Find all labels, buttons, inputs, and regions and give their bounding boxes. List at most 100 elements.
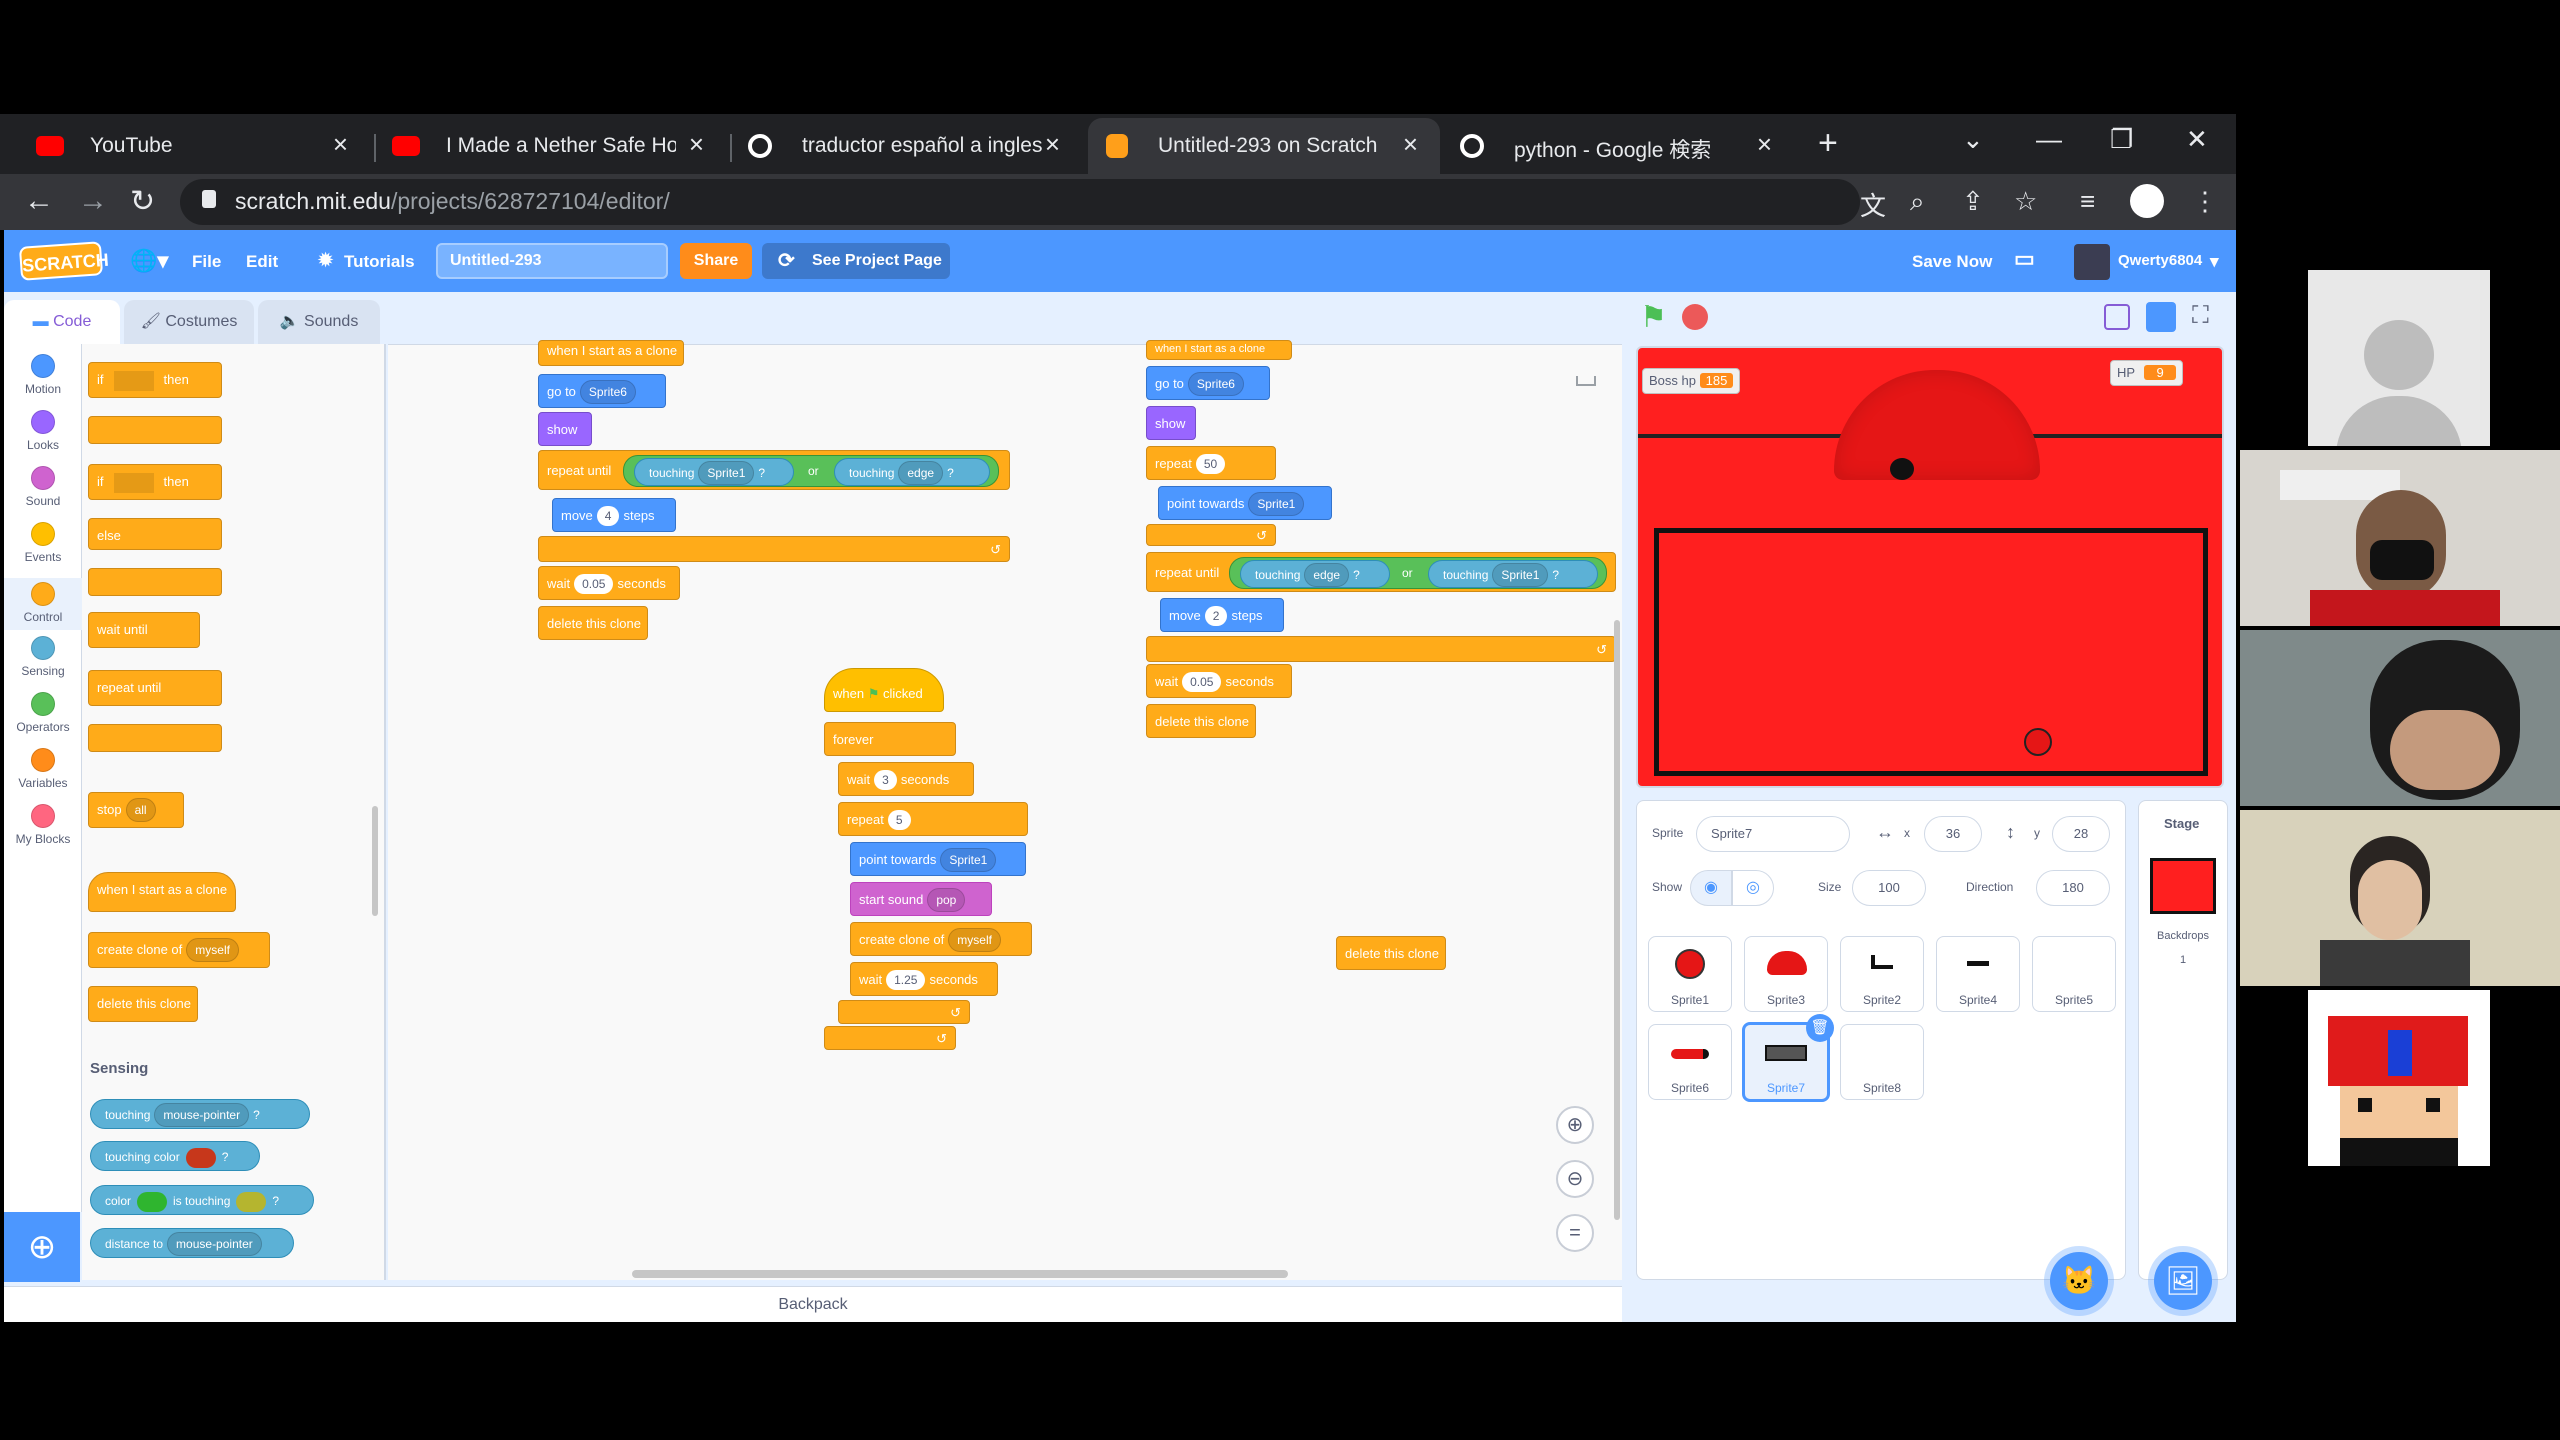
- script2-wait2-block[interactable]: wait 1.25 seconds: [850, 962, 998, 996]
- zoom-out-icon[interactable]: ⊖: [1556, 1160, 1594, 1198]
- script3-repeat-until-block[interactable]: repeat until touching edge? or touching Sp…: [1146, 552, 1616, 592]
- script1-delete-clone[interactable]: delete this clone: [538, 606, 648, 640]
- close-icon[interactable]: ×: [1045, 129, 1060, 160]
- script2-repeat-block[interactable]: repeat 5: [838, 802, 1028, 836]
- show-hidden-eye-icon[interactable]: ◎: [1732, 870, 1774, 906]
- add-extension-button[interactable]: ⊕: [4, 1212, 80, 1282]
- back-icon[interactable]: ←: [24, 184, 54, 218]
- window-close-icon[interactable]: ✕: [2186, 124, 2208, 155]
- touching-edge[interactable]: touching edge?: [834, 458, 990, 486]
- palette-touching-block[interactable]: touching mouse-pointer?: [90, 1099, 310, 1129]
- script2-start-sound[interactable]: start sound pop: [850, 882, 992, 916]
- profile-avatar[interactable]: [2130, 184, 2164, 218]
- touching-sprite1[interactable]: touching Sprite1?: [634, 458, 794, 486]
- menu-tutorials[interactable]: Tutorials: [344, 252, 415, 272]
- zoom-reset-icon[interactable]: =: [1556, 1214, 1594, 1252]
- touching-sprite1[interactable]: touching Sprite1?: [1428, 560, 1598, 588]
- script1-clone-hat[interactable]: when I start as a clone: [538, 340, 684, 366]
- loose-delete-clone-block[interactable]: delete this clone: [1336, 936, 1446, 970]
- tab-costumes[interactable]: 🖌 Costumes: [124, 300, 254, 344]
- close-icon[interactable]: ×: [333, 129, 348, 160]
- project-title-input[interactable]: Untitled-293: [436, 243, 668, 279]
- script2-point-towards[interactable]: point towards Sprite1: [850, 842, 1026, 876]
- sprite-tile-sprite4[interactable]: Sprite4: [1936, 936, 2020, 1012]
- save-now-button[interactable]: Save Now: [1912, 252, 1992, 272]
- kebab-menu-icon[interactable]: ⋮: [2192, 186, 2218, 217]
- menu-file[interactable]: File: [192, 252, 221, 272]
- large-stage-icon[interactable]: [2146, 302, 2176, 332]
- menu-edit[interactable]: Edit: [246, 252, 278, 272]
- browser-tab-python[interactable]: python - Google 検索 ×: [1444, 118, 1794, 174]
- palette-scrollbar[interactable]: [372, 806, 378, 916]
- backpack-bar[interactable]: Backpack: [4, 1286, 1622, 1322]
- sprite-tile-sprite2[interactable]: Sprite2: [1840, 936, 1924, 1012]
- forward-icon[interactable]: →: [78, 184, 108, 218]
- size-input[interactable]: 100: [1852, 870, 1926, 906]
- sprite-tile-sprite3[interactable]: Sprite3: [1744, 936, 1828, 1012]
- browser-tab-translator[interactable]: traductor español a ingles - ( ×: [732, 118, 1082, 174]
- fullscreen-icon[interactable]: ⛶: [2192, 302, 2209, 330]
- script1-repeat-until-block[interactable]: repeat until touching Sprite1? or touchin…: [538, 450, 1010, 490]
- stage-thumbnail[interactable]: [2150, 858, 2216, 914]
- sprite-tile-sprite8[interactable]: Sprite8: [1840, 1024, 1924, 1100]
- category-variables[interactable]: Variables: [4, 748, 82, 790]
- category-events[interactable]: Events: [4, 522, 82, 564]
- palette-distance-block[interactable]: distance to mouse-pointer: [90, 1228, 294, 1258]
- script3-goto-block[interactable]: go to Sprite6: [1146, 366, 1270, 400]
- small-stage-icon[interactable]: [2104, 304, 2130, 330]
- share-icon[interactable]: ⇪: [1962, 186, 1984, 217]
- browser-tab-nether[interactable]: I Made a Nether Safe House ×: [376, 118, 726, 174]
- script1-wait-block[interactable]: wait 0.05 seconds: [538, 566, 680, 600]
- username[interactable]: Qwerty6804: [2118, 252, 2202, 269]
- language-globe-icon[interactable]: 🌐▾: [130, 248, 168, 274]
- close-icon[interactable]: ×: [1757, 129, 1772, 160]
- script1-show-block[interactable]: show: [538, 412, 592, 446]
- browser-tab-scratch[interactable]: Untitled-293 on Scratch ×: [1088, 118, 1440, 174]
- palette-create-clone-block[interactable]: create clone of myself: [88, 932, 270, 968]
- delete-sprite-trash-icon[interactable]: 🗑: [1806, 1014, 1834, 1042]
- player-heart-sprite[interactable]: [2024, 728, 2052, 756]
- palette-if-then-block[interactable]: if then: [88, 362, 222, 398]
- script3-point-towards[interactable]: point towards Sprite1: [1158, 486, 1332, 520]
- share-button[interactable]: Share: [680, 243, 752, 279]
- show-visible-eye-icon[interactable]: ◉: [1690, 870, 1732, 906]
- workspace-cleanup-icon[interactable]: [1576, 376, 1596, 386]
- script3-wait-block[interactable]: wait 0.05 seconds: [1146, 664, 1292, 698]
- translate-icon[interactable]: 文: [1860, 186, 1886, 223]
- script2-forever-block[interactable]: forever: [824, 722, 956, 756]
- palette-color-touching-block[interactable]: color is touching?: [90, 1185, 314, 1215]
- sprite-tile-sprite1[interactable]: Sprite1: [1648, 936, 1732, 1012]
- script1-goto-block[interactable]: go to Sprite6: [538, 374, 666, 408]
- category-motion[interactable]: Motion: [4, 354, 82, 396]
- reading-list-icon[interactable]: ≡: [2080, 186, 2095, 217]
- direction-input[interactable]: 180: [2036, 870, 2110, 906]
- y-position-input[interactable]: 28: [2052, 816, 2110, 852]
- see-project-page-button[interactable]: ⟳ See Project Page: [762, 243, 950, 279]
- palette-delete-clone-block[interactable]: delete this clone: [88, 986, 198, 1022]
- zoom-icon[interactable]: ⌕: [1910, 186, 1925, 218]
- sprite-tile-sprite5[interactable]: Sprite5: [2032, 936, 2116, 1012]
- palette-if-else-block[interactable]: if then: [88, 464, 222, 500]
- category-my-blocks[interactable]: My Blocks: [4, 804, 82, 846]
- tab-code[interactable]: ▬ Code: [4, 300, 120, 344]
- script2-wait-block[interactable]: wait 3 seconds: [838, 762, 974, 796]
- palette-start-clone-hat[interactable]: when I start as a clone: [88, 872, 236, 912]
- close-icon[interactable]: ×: [1403, 129, 1418, 160]
- script1-move-block[interactable]: move 4 steps: [552, 498, 676, 532]
- close-icon[interactable]: ×: [689, 129, 704, 160]
- boss-sprite[interactable]: [1834, 370, 2040, 480]
- choose-sprite-cat-icon[interactable]: 🐱: [2050, 1252, 2108, 1310]
- palette-stop-block[interactable]: stop all: [88, 792, 184, 828]
- category-control[interactable]: Control: [4, 578, 82, 630]
- palette-repeat-until-block[interactable]: repeat until: [88, 670, 222, 706]
- stage-canvas[interactable]: Boss hp 185 HP 9: [1636, 346, 2224, 788]
- stop-sign-icon[interactable]: [1682, 304, 1708, 330]
- category-operators[interactable]: Operators: [4, 692, 82, 734]
- choose-backdrop-icon[interactable]: 🖼: [2154, 1252, 2212, 1310]
- workspace-v-scrollbar[interactable]: [1614, 620, 1620, 1220]
- new-tab-button[interactable]: +: [1818, 124, 1838, 163]
- script3-delete-clone[interactable]: delete this clone: [1146, 704, 1256, 738]
- script3-clone-hat[interactable]: when I start as a clone: [1146, 340, 1292, 360]
- script3-repeat-block[interactable]: repeat 50: [1146, 446, 1276, 480]
- x-position-input[interactable]: 36: [1924, 816, 1982, 852]
